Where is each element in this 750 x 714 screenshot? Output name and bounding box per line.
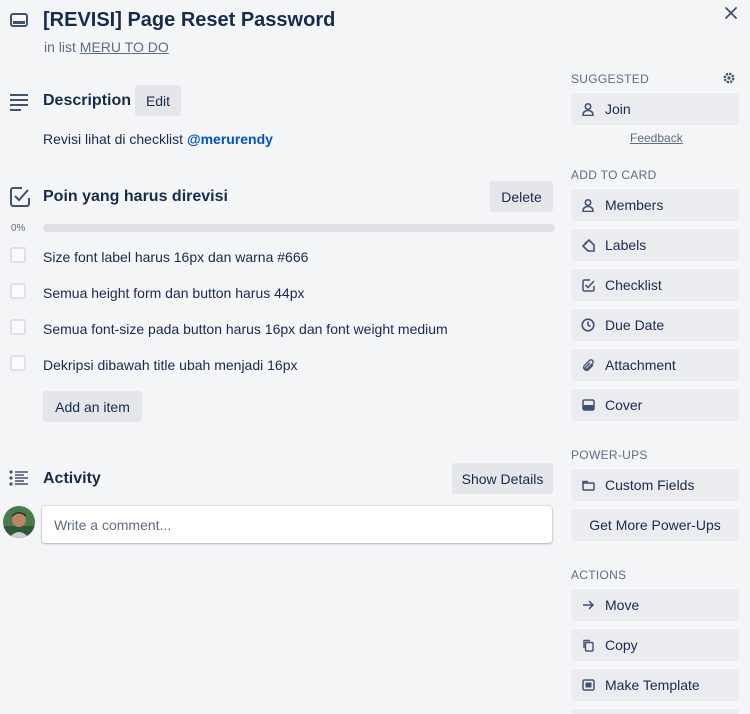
- cover-label: Cover: [605, 397, 643, 413]
- attachment-button[interactable]: Attachment: [571, 349, 739, 381]
- user-mention[interactable]: @merurendy: [187, 131, 273, 147]
- copy-icon: [581, 638, 595, 652]
- checklist-icon: [10, 187, 30, 207]
- show-details-button[interactable]: Show Details: [452, 463, 553, 494]
- suggested-settings-button[interactable]: [719, 68, 739, 88]
- description-icon: [9, 92, 29, 112]
- cover-button[interactable]: Cover: [571, 389, 739, 421]
- members-button[interactable]: Members: [571, 189, 739, 221]
- close-icon: [725, 7, 737, 19]
- checkbox-icon: [581, 278, 595, 292]
- checklist-label: Checklist: [605, 277, 662, 293]
- attachment-label: Attachment: [605, 357, 676, 373]
- custom-fields-icon: [581, 478, 595, 492]
- card-title[interactable]: [REVISI] Page Reset Password: [43, 9, 335, 32]
- due-date-button[interactable]: Due Date: [571, 309, 739, 341]
- move-label: Move: [605, 597, 640, 613]
- progress-percent: 0%: [11, 223, 26, 234]
- item-checkbox[interactable]: [10, 283, 26, 299]
- get-more-power-ups-button[interactable]: Get More Power-Ups: [571, 509, 739, 541]
- add-to-card-heading: ADD TO CARD: [571, 168, 657, 182]
- actions-heading: ACTIONS: [571, 568, 627, 582]
- members-label: Members: [605, 197, 664, 213]
- make-template-button[interactable]: Make Template: [571, 669, 739, 701]
- cover-icon: [581, 398, 595, 412]
- clock-icon: [581, 318, 595, 332]
- move-button[interactable]: Move: [571, 589, 739, 621]
- description-body: Revisi lihat di checklist: [43, 131, 187, 147]
- template-icon: [581, 678, 595, 692]
- card-icon: [10, 11, 28, 29]
- description-text[interactable]: Revisi lihat di checklist @merurendy: [43, 131, 273, 147]
- edit-description-button[interactable]: Edit: [135, 85, 181, 116]
- make-template-label: Make Template: [605, 677, 700, 693]
- activity-heading: Activity: [43, 470, 101, 487]
- item-checkbox[interactable]: [10, 319, 26, 335]
- join-button[interactable]: Join: [571, 93, 739, 125]
- item-checkbox[interactable]: [10, 355, 26, 371]
- add-item-button[interactable]: Add an item: [43, 391, 142, 422]
- labels-label: Labels: [605, 237, 647, 253]
- avatar[interactable]: [3, 506, 35, 538]
- arrow-right-icon: [581, 598, 595, 612]
- more-actions-button[interactable]: [571, 709, 739, 714]
- checklist-progress-bar: [43, 224, 555, 232]
- custom-fields-label: Custom Fields: [605, 477, 695, 493]
- checklist-item[interactable]: Dekripsi dibawah title ubah menjadi 16px: [43, 357, 297, 373]
- checklist-item[interactable]: Size font label harus 16px dan warna #66…: [43, 249, 308, 265]
- delete-checklist-button[interactable]: Delete: [490, 181, 553, 212]
- checklist-item[interactable]: Semua height form dan button harus 44px: [43, 285, 305, 301]
- due-date-label: Due Date: [605, 317, 665, 333]
- suggested-heading: SUGGESTED: [571, 72, 650, 86]
- power-ups-heading: POWER-UPS: [571, 448, 648, 462]
- close-button[interactable]: [720, 2, 742, 24]
- description-heading: Description: [43, 92, 132, 109]
- copy-button[interactable]: Copy: [571, 629, 739, 661]
- person-icon: [581, 198, 595, 212]
- copy-label: Copy: [605, 637, 638, 653]
- custom-fields-button[interactable]: Custom Fields: [571, 469, 739, 501]
- checklist-button[interactable]: Checklist: [571, 269, 739, 301]
- gear-icon: [723, 72, 735, 84]
- list-info: in list MERU TO DO: [44, 39, 169, 55]
- person-icon: [581, 102, 595, 116]
- item-checkbox[interactable]: [10, 247, 26, 263]
- comment-input[interactable]: Write a comment...: [42, 506, 552, 543]
- checklist-heading[interactable]: Poin yang harus direvisi: [43, 188, 228, 206]
- feedback-link[interactable]: Feedback: [630, 131, 683, 145]
- paperclip-icon: [581, 358, 595, 372]
- activity-icon: [9, 469, 29, 489]
- checklist-item[interactable]: Semua font-size pada button harus 16px d…: [43, 321, 448, 337]
- tag-icon: [581, 238, 595, 252]
- list-link[interactable]: MERU TO DO: [80, 39, 169, 55]
- join-label: Join: [605, 101, 631, 117]
- in-list-prefix: in list: [44, 39, 76, 55]
- labels-button[interactable]: Labels: [571, 229, 739, 261]
